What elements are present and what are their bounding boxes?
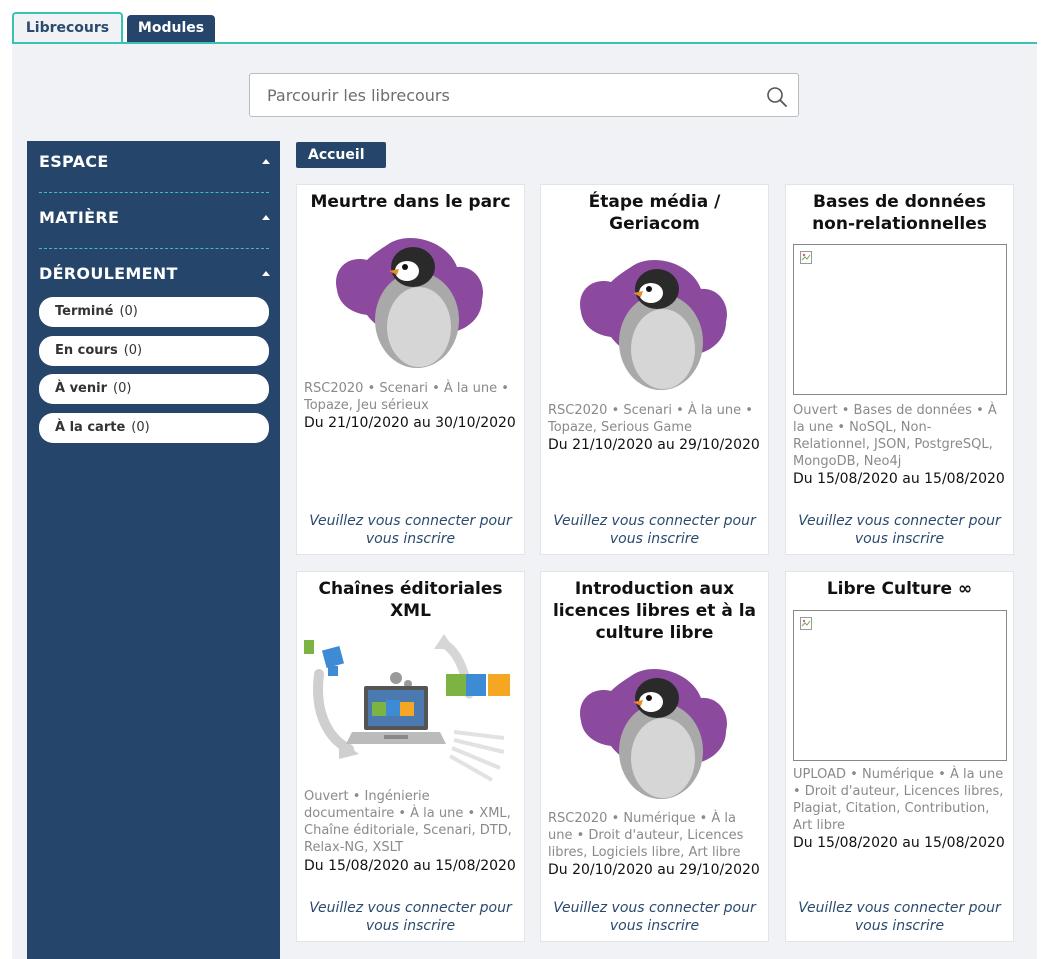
course-tags: RSC2020 • Numérique • À la une • Droit d… xyxy=(548,811,744,860)
penguin-icon xyxy=(580,669,727,799)
filter-label: À la carte xyxy=(55,420,126,435)
course-dates: Du 15/08/2020 au 15/08/2020 xyxy=(793,835,1005,851)
login-to-register-link[interactable]: Veuillez vous connecter pour vous inscri… xyxy=(303,899,518,935)
course-tags: Ouvert • Ingénierie documentaire • À la … xyxy=(304,789,512,855)
broken-image-icon xyxy=(793,610,1007,761)
course-title[interactable]: Libre Culture ∞ xyxy=(792,578,1007,600)
filter-a-la-carte[interactable]: À la carte (0) xyxy=(39,413,269,443)
tab-librecours[interactable]: Librecours xyxy=(12,12,123,43)
tab-modules[interactable]: Modules xyxy=(127,15,215,43)
course-card[interactable]: Libre Culture ∞ UPLOAD • Numérique • À l… xyxy=(785,571,1014,942)
login-to-register-link[interactable]: Veuillez vous connecter pour vous inscri… xyxy=(303,512,518,548)
breadcrumb-home[interactable]: Accueil xyxy=(296,142,386,168)
course-dates: Du 21/10/2020 au 30/10/2020 xyxy=(304,415,516,431)
section-title-espace[interactable]: ESPACE xyxy=(39,152,109,171)
search-icon[interactable] xyxy=(766,86,788,108)
filter-label: En cours xyxy=(55,343,118,358)
login-to-register-link[interactable]: Veuillez vous connecter pour vous inscri… xyxy=(547,899,762,935)
filter-count: (0) xyxy=(119,304,138,319)
course-title[interactable]: Meurtre dans le parc xyxy=(303,191,518,213)
caret-up-icon[interactable] xyxy=(262,271,270,276)
course-title[interactable]: Bases de données non-relationnelles xyxy=(792,191,1007,235)
section-title-matiere[interactable]: MATIÈRE xyxy=(39,208,119,227)
course-title[interactable]: Étape média / Geriacom xyxy=(547,191,762,235)
divider xyxy=(39,248,269,249)
login-to-register-link[interactable]: Veuillez vous connecter pour vous inscri… xyxy=(547,512,762,548)
course-tags: RSC2020 • Scenari • À la une • Topaze, J… xyxy=(304,381,509,413)
login-to-register-link[interactable]: Veuillez vous connecter pour vous inscri… xyxy=(792,512,1007,548)
course-card[interactable]: Introduction aux licences libres et à la… xyxy=(540,571,769,942)
search-box xyxy=(249,73,799,117)
login-to-register-link[interactable]: Veuillez vous connecter pour vous inscri… xyxy=(792,899,1007,935)
divider xyxy=(39,192,269,193)
filter-count: (0) xyxy=(131,420,150,435)
broken-image-icon xyxy=(793,244,1007,395)
filter-label: Terminé xyxy=(55,304,114,319)
course-title[interactable]: Introduction aux licences libres et à la… xyxy=(547,578,762,644)
course-dates: Du 15/08/2020 au 15/08/2020 xyxy=(793,471,1005,487)
caret-up-icon[interactable] xyxy=(262,215,270,220)
course-card[interactable]: Chaînes éditoriales XML Ouvert • Ingénie… xyxy=(296,571,525,942)
course-dates: Du 20/10/2020 au 29/10/2020 xyxy=(548,862,760,878)
filter-count: (0) xyxy=(123,343,143,358)
course-card[interactable]: Meurtre dans le parc RSC2020 • Scenari •… xyxy=(296,184,525,555)
filter-sidebar: ESPACE MATIÈRE DÉROULEMENT Terminé (0) En… xyxy=(27,141,280,959)
laptop-puzzle-icon xyxy=(304,634,510,782)
course-card[interactable]: Bases de données non-relationnelles Ouve… xyxy=(785,184,1014,555)
course-dates: Du 21/10/2020 au 29/10/2020 xyxy=(548,437,760,453)
filter-a-venir[interactable]: À venir (0) xyxy=(39,374,269,404)
caret-up-icon[interactable] xyxy=(262,159,270,164)
filter-count: (0) xyxy=(113,381,132,396)
course-card[interactable]: Étape média / Geriacom RSC2020 • Scenari… xyxy=(540,184,769,555)
filter-en-cours[interactable]: En cours (0) xyxy=(39,336,269,366)
course-tags: RSC2020 • Scenari • À la une • Topaze, S… xyxy=(548,403,753,435)
course-title[interactable]: Chaînes éditoriales XML xyxy=(303,578,518,622)
course-dates: Du 15/08/2020 au 15/08/2020 xyxy=(304,858,516,874)
penguin-icon xyxy=(580,260,727,390)
search-input[interactable] xyxy=(251,75,767,115)
course-tags: UPLOAD • Numérique • À la une • Droit d'… xyxy=(793,767,1004,833)
course-tags: Ouvert • Bases de données • À la une • N… xyxy=(793,403,997,469)
section-title-deroulement[interactable]: DÉROULEMENT xyxy=(39,264,178,283)
filter-label: À venir xyxy=(55,381,107,396)
filter-termine[interactable]: Terminé (0) xyxy=(39,297,269,327)
penguin-icon xyxy=(336,238,483,368)
